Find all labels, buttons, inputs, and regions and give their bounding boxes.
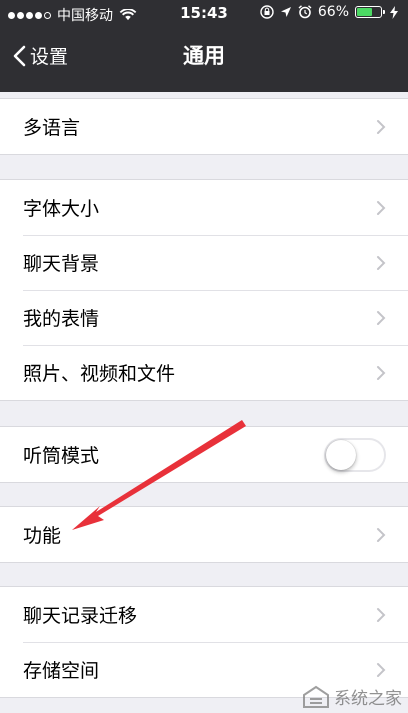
settings-item-label: 功能 — [23, 525, 62, 547]
settings-group-earpiece: 听筒模式 — [0, 426, 408, 483]
battery-icon — [355, 6, 385, 18]
settings-item-font-size[interactable]: 字体大小 — [0, 180, 408, 235]
charging-icon — [390, 5, 398, 19]
status-bar: 中国移动 15:43 66% — [0, 0, 408, 26]
location-icon — [280, 7, 291, 17]
chevron-right-icon — [377, 201, 386, 215]
settings-group-display: 字体大小 聊天背景 我的表情 照片、视频和文件 — [0, 179, 408, 401]
settings-item-label: 聊天记录迁移 — [23, 605, 138, 627]
page-title: 通用 — [183, 44, 225, 68]
settings-item-features[interactable]: 功能 — [0, 507, 408, 562]
chevron-right-icon — [377, 366, 386, 380]
settings-item-label: 我的表情 — [23, 308, 100, 330]
top-bar: 中国移动 15:43 66% 设置 通用 — [0, 0, 408, 92]
watermark-logo-icon — [303, 685, 329, 708]
settings-group-language: 多语言 — [0, 98, 408, 155]
settings-item-label: 照片、视频和文件 — [23, 363, 176, 385]
watermark: 系统之家 — [302, 684, 402, 709]
settings-item-label: 字体大小 — [23, 198, 100, 220]
chevron-right-icon — [377, 528, 386, 542]
watermark-text: 系统之家 — [334, 689, 402, 709]
lock-rotation-icon — [260, 5, 274, 19]
earpiece-mode-toggle[interactable] — [324, 438, 386, 472]
chevron-right-icon — [377, 120, 386, 134]
chevron-right-icon — [377, 608, 386, 622]
battery-percent: 66% — [317, 4, 349, 20]
status-right: 66% — [260, 4, 398, 20]
settings-item-language[interactable]: 多语言 — [0, 99, 408, 154]
settings-item-media-files[interactable]: 照片、视频和文件 — [0, 345, 408, 400]
settings-item-label: 存储空间 — [23, 660, 100, 682]
chevron-right-icon — [377, 663, 386, 677]
settings-item-label: 聊天背景 — [23, 253, 100, 275]
settings-group-features: 功能 — [0, 506, 408, 563]
settings-item-chat-background[interactable]: 聊天背景 — [0, 235, 408, 290]
chevron-right-icon — [377, 311, 386, 325]
navigation-bar: 设置 通用 — [0, 26, 408, 92]
settings-group-storage: 聊天记录迁移 存储空间 — [0, 586, 408, 698]
settings-item-label: 多语言 — [23, 117, 81, 139]
settings-item-chat-migration[interactable]: 聊天记录迁移 — [0, 587, 408, 642]
chevron-right-icon — [377, 256, 386, 270]
settings-item-label: 听筒模式 — [23, 445, 100, 467]
settings-item-earpiece-mode: 听筒模式 — [0, 427, 408, 482]
settings-item-my-stickers[interactable]: 我的表情 — [0, 290, 408, 345]
alarm-icon — [298, 5, 312, 19]
toggle-knob — [326, 440, 356, 470]
